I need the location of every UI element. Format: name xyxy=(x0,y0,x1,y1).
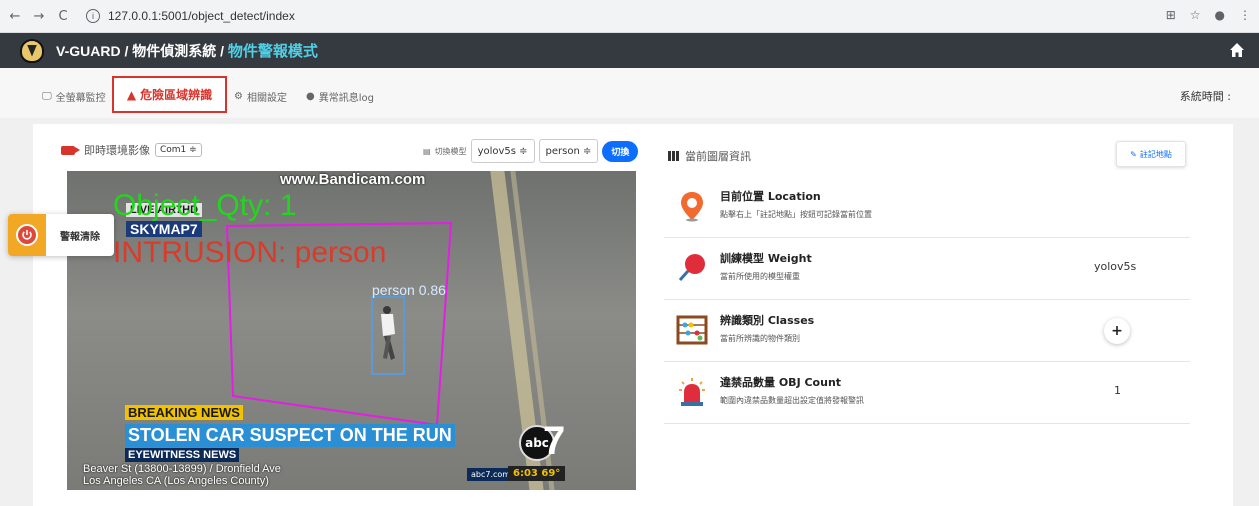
edit-icon: ✎ xyxy=(1130,149,1137,159)
live-video-feed: www.Bandicam.com LIVE AIR7HD SKYMAP7 Obj… xyxy=(67,171,636,490)
url-text: 127.0.0.1:5001/object_detect/index xyxy=(108,9,295,23)
pin-icon xyxy=(678,254,705,281)
browser-actions: ⊞ ☆ ● ⋮ xyxy=(1166,8,1251,22)
warning-icon: ▲ xyxy=(126,87,137,102)
abc-time-temp: 6:03 69° xyxy=(508,466,566,481)
power-icon xyxy=(22,230,32,240)
reload-icon[interactable]: C xyxy=(54,7,72,25)
object-qty-text: Object_Qty: 1 xyxy=(113,189,297,222)
star-icon[interactable]: ☆ xyxy=(1190,8,1201,22)
info-title: 違禁品數量 OBJ Count xyxy=(720,376,842,389)
forward-icon[interactable]: → xyxy=(30,7,48,25)
translate-icon[interactable]: ⊞ xyxy=(1166,8,1176,22)
mark-location-button[interactable]: ✎ 註記地點 xyxy=(1116,141,1186,167)
news-location-line: Beaver St (13800-13899) / Dronfield Ave xyxy=(83,463,281,475)
tab-fullscreen-monitor[interactable]: 🖵 全螢幕監控 xyxy=(42,89,106,104)
breaking-news-tag: BREAKING NEWS xyxy=(125,405,243,420)
skymap-tag: SKYMAP7 xyxy=(126,221,202,237)
address-bar[interactable]: i 127.0.0.1:5001/object_detect/index xyxy=(86,5,295,27)
switch-model-label: 切換模型 xyxy=(434,146,467,156)
home-icon[interactable] xyxy=(1229,42,1245,58)
brand-breadcrumb: V-GUARD / 物件偵測系統 / xyxy=(56,43,228,59)
alarm-clear-label: 警報清除 xyxy=(60,231,100,243)
tab-label: 相關設定 xyxy=(246,93,287,104)
info-row-classes: 辨識類別 Classes 當前所辨識的物件類別 + xyxy=(664,300,1190,362)
news-location-line: Los Angeles CA (Los Angeles County) xyxy=(83,475,269,487)
tab-settings[interactable]: ⚙ 相關設定 xyxy=(234,89,287,104)
camera-select[interactable]: Com1 ≑ xyxy=(155,143,202,157)
monitor-icon: 🖵 xyxy=(42,91,52,102)
model-icon: ▤ xyxy=(423,146,431,156)
alarm-clear-button[interactable]: 警報清除 xyxy=(8,214,114,256)
tab-label: 全螢幕監控 xyxy=(55,93,106,104)
eyewitness-news-tag: EYEWITNESS NEWS xyxy=(125,448,240,462)
chat-icon: ● xyxy=(306,91,315,102)
location-pin-icon xyxy=(681,192,703,222)
intrusion-text: INTRUSION: person xyxy=(113,236,387,269)
back-icon[interactable]: ← xyxy=(6,7,24,25)
mark-location-label: 註記地點 xyxy=(1139,149,1172,159)
info-title: 目前位置 Location xyxy=(720,190,821,203)
info-desc: 範圍內違禁品數量超出設定值將發報警訊 xyxy=(720,396,864,405)
layer-info-title: 當前圖層資訊 xyxy=(685,150,751,163)
vguard-logo[interactable] xyxy=(20,38,44,63)
layer-info-header: 當前圖層資訊 xyxy=(668,148,751,164)
obj-count-value: 1 xyxy=(1114,384,1121,397)
app-header: V-GUARD / 物件偵測系統 / 物件警報模式 xyxy=(0,33,1259,68)
info-title: 辨識類別 Classes xyxy=(720,314,815,327)
gear-icon: ⚙ xyxy=(234,91,243,102)
abc-seven-logo: 7 xyxy=(543,419,566,463)
menu-icon[interactable]: ⋮ xyxy=(1239,8,1251,22)
info-row-location: 目前位置 Location 點擊右上「註記地點」按鈕可記錄當前位置 xyxy=(664,176,1190,238)
abacus-icon xyxy=(676,315,708,345)
info-row-weight: 訓練模型 Weight 當前所使用的模型權重 yolov5s xyxy=(664,238,1190,300)
profile-icon[interactable]: ● xyxy=(1215,8,1225,22)
info-title: 訓練模型 Weight xyxy=(720,252,812,265)
info-desc: 點擊右上「註記地點」按鈕可記錄當前位置 xyxy=(720,210,872,219)
switch-button[interactable]: 切換 xyxy=(602,140,639,162)
info-desc: 當前所辨識的物件類別 xyxy=(720,334,800,343)
alarm-icon xyxy=(8,214,46,256)
detection-label: person 0.86 xyxy=(372,282,446,298)
news-location: Beaver St (13800-13899) / Dronfield Ave … xyxy=(83,463,281,487)
add-class-button[interactable]: + xyxy=(1104,318,1130,344)
system-time: 系統時間 : xyxy=(1179,90,1231,103)
news-headline: STOLEN CAR SUSPECT ON THE RUN xyxy=(125,424,455,447)
tab-label: 危險區域辨識 xyxy=(140,88,213,102)
model-switch-controls: ▤ 切換模型 yolov5s ≑ person ≑ 切換 xyxy=(423,139,639,163)
mode-title: 物件警報模式 xyxy=(227,43,318,60)
tab-bar: 🖵 全螢幕監控 ▲ 危險區域辨識 ⚙ 相關設定 ● 異常訊息log 系統時間 : xyxy=(0,68,1259,118)
weight-value: yolov5s xyxy=(1094,260,1137,273)
browser-toolbar: ← → C i 127.0.0.1:5001/object_detect/ind… xyxy=(0,0,1259,33)
site-info-icon[interactable]: i xyxy=(86,9,100,23)
tab-error-log[interactable]: ● 異常訊息log xyxy=(306,89,374,104)
main-panel: 即時環境影像 Com1 ≑ ▤ 切換模型 yolov5s ≑ person ≑ … xyxy=(33,124,1233,506)
siren-icon xyxy=(679,378,705,406)
tab-label: 異常訊息log xyxy=(318,93,374,104)
info-row-obj-count: 違禁品數量 OBJ Count 範圍內違禁品數量超出設定值將發報警訊 1 xyxy=(664,362,1190,424)
camera-icon xyxy=(61,145,80,155)
info-desc: 當前所使用的模型權重 xyxy=(720,272,800,281)
model-select[interactable]: yolov5s ≑ xyxy=(470,139,535,163)
page-title: V-GUARD / 物件偵測系統 / 物件警報模式 xyxy=(56,40,318,61)
live-video-title: 即時環境影像 xyxy=(84,144,150,157)
person-figure xyxy=(381,306,395,360)
live-video-header: 即時環境影像 Com1 ≑ xyxy=(61,142,202,158)
bandicam-watermark: www.Bandicam.com xyxy=(280,171,426,188)
class-select[interactable]: person ≑ xyxy=(538,139,599,163)
tab-danger-zone[interactable]: ▲ 危險區域辨識 xyxy=(112,76,227,113)
map-icon xyxy=(668,151,679,161)
